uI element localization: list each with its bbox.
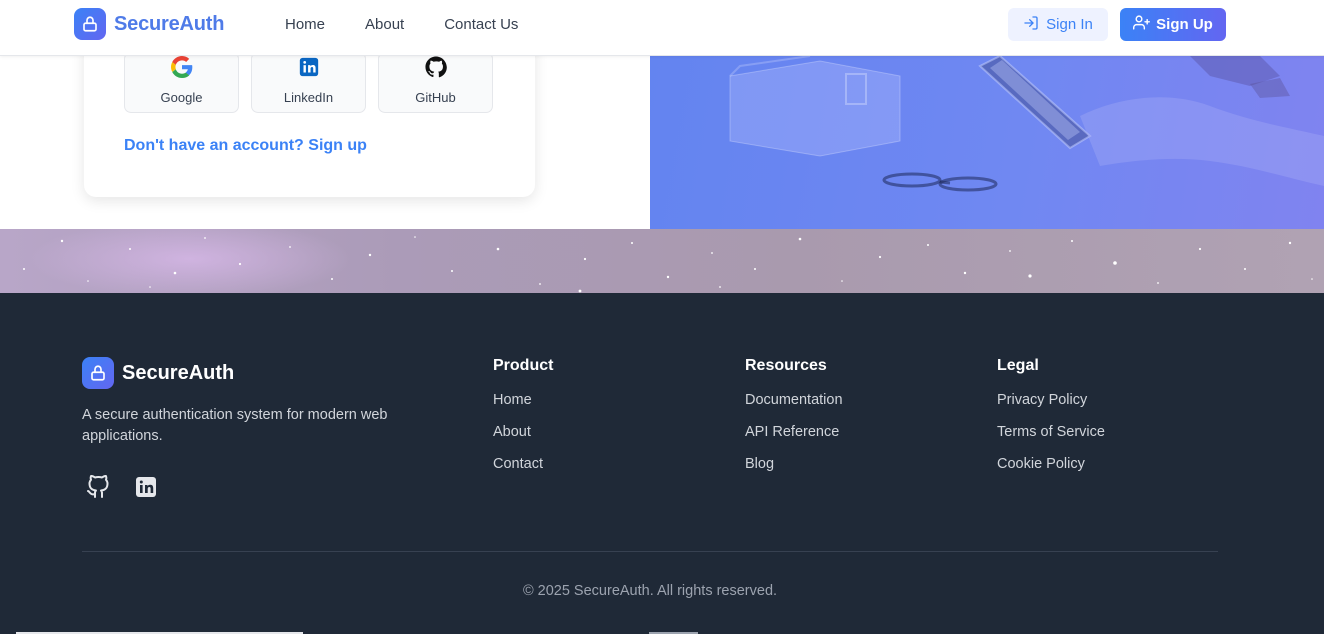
footer-link-privacy-policy[interactable]: Privacy Policy (997, 392, 1105, 411)
footer-github-icon[interactable] (86, 474, 110, 499)
linkedin-icon (298, 56, 320, 83)
footer-link-blog[interactable]: Blog (745, 456, 843, 475)
hero-image (650, 56, 1324, 229)
sign-up-label: Sign Up (1156, 16, 1213, 33)
footer-column-product: Product Home About Contact (493, 357, 553, 488)
nav-about[interactable]: About (365, 16, 404, 33)
footer-divider (82, 551, 1218, 552)
footer-link-contact[interactable]: Contact (493, 456, 553, 475)
footer-column-title: Resources (745, 357, 827, 374)
main-nav: Home About Contact Us (285, 16, 558, 33)
footer-column-title: Product (493, 357, 554, 374)
footer-link-about[interactable]: About (493, 424, 553, 443)
footer-link-terms-of-service[interactable]: Terms of Service (997, 424, 1105, 443)
footer-link-api-reference[interactable]: API Reference (745, 424, 843, 443)
footer-link-home[interactable]: Home (493, 392, 553, 411)
github-icon (424, 56, 447, 83)
copyright-text: © 2025 SecureAuth. All rights reserved. (522, 583, 778, 599)
nav-home[interactable]: Home (285, 16, 325, 33)
sign-in-icon (1023, 15, 1039, 35)
sign-in-button[interactable]: Sign In (1008, 8, 1108, 41)
github-login-button[interactable]: GitHub (378, 52, 493, 113)
lock-icon (82, 357, 114, 389)
footer-column-title: Legal (997, 357, 1039, 374)
footer-column-legal: Legal Privacy Policy Terms of Service Co… (997, 357, 1105, 488)
sign-up-button[interactable]: Sign Up (1120, 8, 1226, 41)
nav-contact-us[interactable]: Contact Us (444, 16, 518, 33)
footer-link-cookie-policy[interactable]: Cookie Policy (997, 456, 1105, 475)
footer-brand-text: SecureAuth (122, 361, 235, 384)
footer: SecureAuth A secure authentication syste… (0, 293, 1324, 634)
footer-description: A secure authentication system for moder… (82, 407, 388, 444)
github-login-label: GitHub (415, 90, 456, 105)
footer-linkedin-icon[interactable] (134, 475, 158, 499)
google-icon (170, 56, 193, 83)
user-plus-icon (1133, 14, 1151, 35)
brand-logo[interactable]: SecureAuth (74, 8, 224, 40)
signup-link[interactable]: Don't have an account? Sign up (124, 137, 367, 155)
footer-brand[interactable]: SecureAuth (82, 357, 234, 389)
brand-name: SecureAuth (114, 12, 225, 35)
linkedin-login-label: LinkedIn (283, 90, 334, 105)
footer-column-resources: Resources Documentation API Reference Bl… (745, 357, 843, 488)
footer-link-documentation[interactable]: Documentation (745, 392, 843, 411)
galaxy-background (0, 229, 1324, 293)
google-login-label: Google (160, 90, 203, 105)
sign-in-label: Sign In (1046, 16, 1093, 33)
linkedin-login-button[interactable]: LinkedIn (251, 52, 366, 113)
top-navbar: SecureAuth Home About Contact Us Sign In… (0, 0, 1324, 56)
lock-icon (74, 8, 106, 40)
google-login-button[interactable]: Google (124, 52, 239, 113)
